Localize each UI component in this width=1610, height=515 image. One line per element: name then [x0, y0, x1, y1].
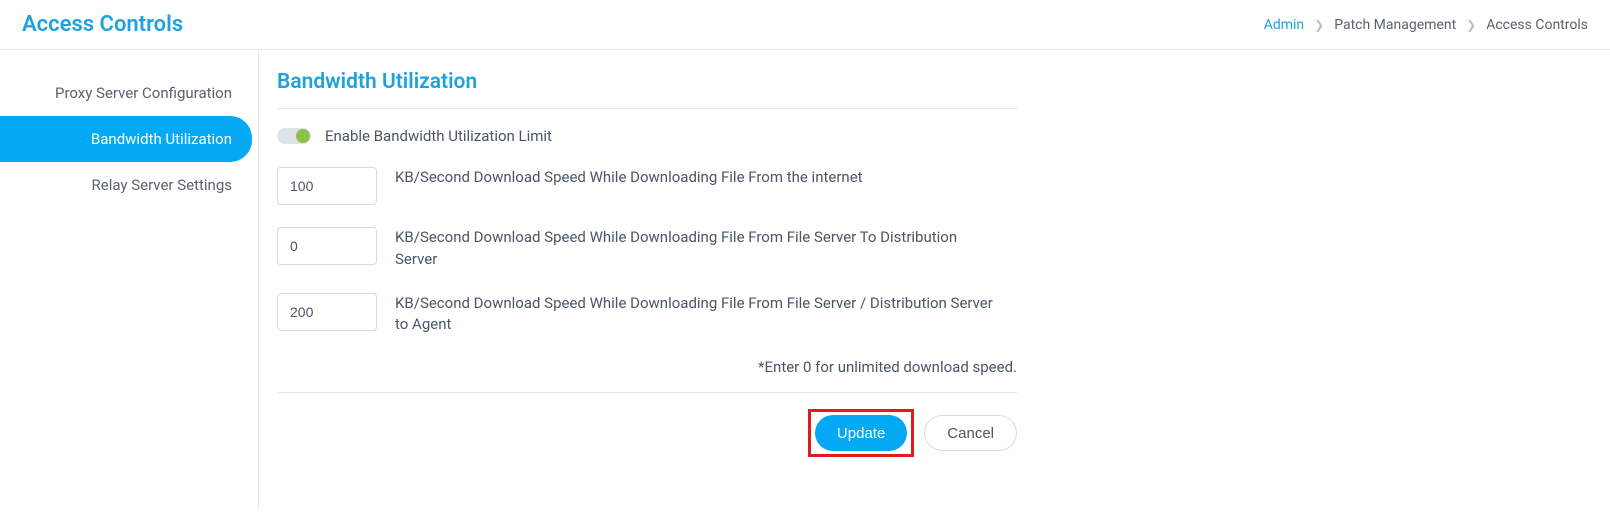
file-to-distribution-speed-input[interactable] [277, 227, 377, 265]
actions-row: Update Cancel [277, 392, 1017, 457]
chevron-right-icon: ❯ [1314, 18, 1324, 32]
sidebar-item-label: Relay Server Settings [92, 176, 233, 194]
internet-speed-label: KB/Second Download Speed While Downloadi… [395, 167, 863, 189]
chevron-right-icon: ❯ [1466, 18, 1476, 32]
breadcrumb-item-access-controls: Access Controls [1486, 17, 1588, 33]
sidebar-item-relay-server-settings[interactable]: Relay Server Settings [0, 162, 252, 208]
sidebar-item-label: Proxy Server Configuration [55, 84, 232, 102]
enable-limit-toggle[interactable] [277, 128, 311, 144]
highlight-annotation: Update [808, 409, 914, 457]
main-panel: Bandwidth Utilization Enable Bandwidth U… [258, 50, 1610, 510]
field-row-distribution-to-agent: KB/Second Download Speed While Downloadi… [277, 293, 1017, 337]
page-title: Access Controls [22, 12, 183, 37]
sidebar-item-proxy-server-configuration[interactable]: Proxy Server Configuration [0, 70, 252, 116]
cancel-button[interactable]: Cancel [924, 415, 1017, 451]
sidebar-item-bandwidth-utilization[interactable]: Bandwidth Utilization [0, 116, 252, 162]
field-row-file-to-distribution: KB/Second Download Speed While Downloadi… [277, 227, 1017, 271]
sidebar: Proxy Server Configuration Bandwidth Uti… [0, 50, 258, 510]
internet-speed-input[interactable] [277, 167, 377, 205]
toggle-row: Enable Bandwidth Utilization Limit [277, 127, 1017, 145]
distribution-to-agent-speed-label: KB/Second Download Speed While Downloadi… [395, 293, 995, 337]
sidebar-item-label: Bandwidth Utilization [91, 130, 232, 148]
file-to-distribution-speed-label: KB/Second Download Speed While Downloadi… [395, 227, 995, 271]
form-area: Enable Bandwidth Utilization Limit KB/Se… [277, 108, 1017, 457]
section-title: Bandwidth Utilization [277, 70, 1584, 94]
breadcrumb-item-admin[interactable]: Admin [1264, 17, 1304, 33]
toggle-knob-icon [296, 129, 310, 143]
breadcrumb-item-patch-management[interactable]: Patch Management [1334, 17, 1456, 33]
update-button[interactable]: Update [815, 415, 907, 451]
hint-text: *Enter 0 for unlimited download speed. [277, 358, 1017, 376]
breadcrumb: Admin ❯ Patch Management ❯ Access Contro… [1264, 17, 1588, 33]
field-row-internet: KB/Second Download Speed While Downloadi… [277, 167, 1017, 205]
enable-limit-label: Enable Bandwidth Utilization Limit [325, 127, 552, 145]
page-header: Access Controls Admin ❯ Patch Management… [0, 0, 1610, 50]
distribution-to-agent-speed-input[interactable] [277, 293, 377, 331]
